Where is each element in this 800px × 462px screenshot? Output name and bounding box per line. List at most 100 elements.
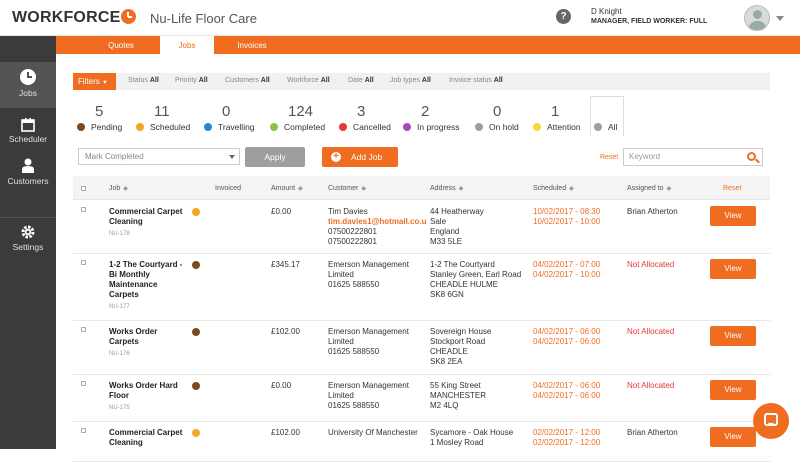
filter-date[interactable]: Date All [348,77,374,84]
job-title[interactable]: Commercial Carpet Cleaning [109,428,189,448]
table-reset-link[interactable]: Reset [723,185,741,192]
mark-status-select[interactable]: Mark Completed [78,148,240,165]
job-number: NU-175 [109,405,130,411]
status-count: 124 [288,103,314,120]
status-filter-on-hold[interactable]: On hold [489,122,519,132]
filter-job-types[interactable]: Job types All [390,77,431,84]
row-checkbox[interactable] [81,327,86,332]
job-title-line: Commercial Carpet [109,207,183,216]
column-invoiced: Invoiced [215,185,242,192]
status-filter-attention[interactable]: Attention [547,122,581,132]
filter-status[interactable]: Status All [128,77,159,84]
scheduled-line: 02/02/2017 - 12:00 [533,438,601,447]
person-icon [22,158,34,173]
row-checkbox[interactable] [81,428,86,433]
amount: £102.00 [271,428,300,437]
filter-value: All [493,77,503,84]
status-filter-completed[interactable]: Completed [284,122,325,132]
status-filter-scheduled[interactable]: Scheduled [150,122,190,132]
search-icon[interactable] [747,152,756,161]
sort-icon: ◆ [123,186,128,192]
customer-line: 07500222801 [328,227,377,236]
column-job[interactable]: Job ◆ [109,185,128,192]
job-title[interactable]: Works Order Hard Floor [109,381,189,401]
help-icon[interactable]: ? [556,9,571,24]
status-filter-in-progress[interactable]: In progress [417,122,460,132]
customer-line: 01625 588550 [328,401,380,410]
job-title-line: Bi Monthly [109,270,150,279]
view-button[interactable]: View [710,206,756,226]
amount: £0.00 [271,381,292,390]
column-assigned-to[interactable]: Assigned to ◆ [627,185,671,192]
status-filter-pending[interactable]: Pending [91,122,122,132]
table-row[interactable]: Works Order Hard Floor NU-175 £0.00 Emerson … [73,375,770,422]
sidebar-item-customers[interactable]: Customers [0,156,56,196]
job-title-line: Works Order Hard [109,381,178,390]
row-checkbox[interactable] [81,381,86,386]
filters-button[interactable]: Filters ▼ [73,73,116,90]
view-button[interactable]: View [710,427,756,447]
reset-link[interactable]: Reset [600,154,618,161]
address-line: SK8 6GN [430,290,464,299]
status-count: 0 [493,103,502,120]
scheduled-line: 04/02/2017 - 06:00 [533,327,601,336]
tab-invoices[interactable]: Invoices [224,36,280,54]
status-dot-icon [192,328,200,336]
row-checkbox[interactable] [81,260,86,265]
tab-quotes[interactable]: Quotes [92,36,150,54]
status-count: 2 [421,103,430,120]
status-count: 1 [551,103,560,120]
add-job-button[interactable]: + Add Job [322,147,398,167]
column-customer[interactable]: Customer ◆ [328,185,366,192]
status-filter-all[interactable]: All [608,122,617,132]
apply-button[interactable]: Apply [245,147,305,167]
chevron-down-icon[interactable] [776,16,784,21]
job-title-line: Carpets [109,290,139,299]
keyword-search-input[interactable]: Keyword [623,148,763,166]
customer: Tim Davies tim.davies1@hotmail.co.u 075002… [328,207,426,247]
view-button[interactable]: View [710,380,756,400]
column-label: Job [109,185,121,192]
customer-line: Emerson Management [328,381,409,390]
customer-line: tim.davies1@hotmail.co.u [328,217,426,226]
job-title[interactable]: Commercial Carpet Cleaning [109,207,189,227]
sort-icon: ◆ [666,186,672,192]
view-button[interactable]: View [710,326,756,346]
filter-priority[interactable]: Priority All [175,77,208,84]
table-row[interactable]: Commercial Carpet Cleaning £102.00 Universi… [73,422,770,462]
table-row[interactable]: Works Order Carpets NU-176 £102.00 Emerson M… [73,321,770,375]
select-all-checkbox[interactable] [81,186,86,191]
customer: Emerson Management Limited 01625 588550 [328,260,426,290]
column-scheduled[interactable]: Scheduled ◆ [533,185,574,192]
scheduled: 04/02/2017 - 06:00 04/02/2017 - 06:00 [533,327,600,347]
filter-customers[interactable]: Customers All [225,77,270,84]
view-button[interactable]: View [710,259,756,279]
job-title[interactable]: 1-2 The Courtyard - Bi Monthly Maintenance… [109,260,189,300]
table-row[interactable]: Commercial Carpet Cleaning NU-178 £0.00 Tim … [73,201,770,254]
app-logo[interactable]: WORKFORCE [12,9,137,27]
assigned-to: Not Allocated [627,327,675,336]
filter-invoice-status[interactable]: Invoice status All [449,77,503,84]
sidebar-item-settings[interactable]: Settings [0,222,56,262]
column-address[interactable]: Address ◆ [430,185,463,192]
status-count: 0 [222,103,231,120]
filter-label: Customers [225,77,259,84]
address-line: Sovereign House [430,327,492,336]
customer-line: 07500222801 [328,237,377,246]
job-title-line: Works Order [109,327,158,336]
status-filter-cancelled[interactable]: Cancelled [353,122,391,132]
column-amount[interactable]: Amount ◆ [271,185,303,192]
avatar[interactable] [744,5,770,31]
chat-button[interactable] [753,403,789,439]
table-row[interactable]: 1-2 The Courtyard - Bi Monthly Maintenance… [73,254,770,321]
tab-jobs[interactable]: Jobs [160,36,214,54]
sidebar-item-scheduler[interactable]: Scheduler [0,116,56,156]
row-checkbox[interactable] [81,207,86,212]
filter-workforce[interactable]: Workforce All [287,77,330,84]
job-title[interactable]: Works Order Carpets [109,327,189,347]
address-line: England [430,227,460,236]
scheduled-line: 04/02/2017 - 06:00 [533,381,601,390]
address-line: CHEADLE HULME [430,280,499,289]
sidebar-item-jobs[interactable]: Jobs [0,62,56,108]
status-filter-travelling[interactable]: Travelling [218,122,255,132]
